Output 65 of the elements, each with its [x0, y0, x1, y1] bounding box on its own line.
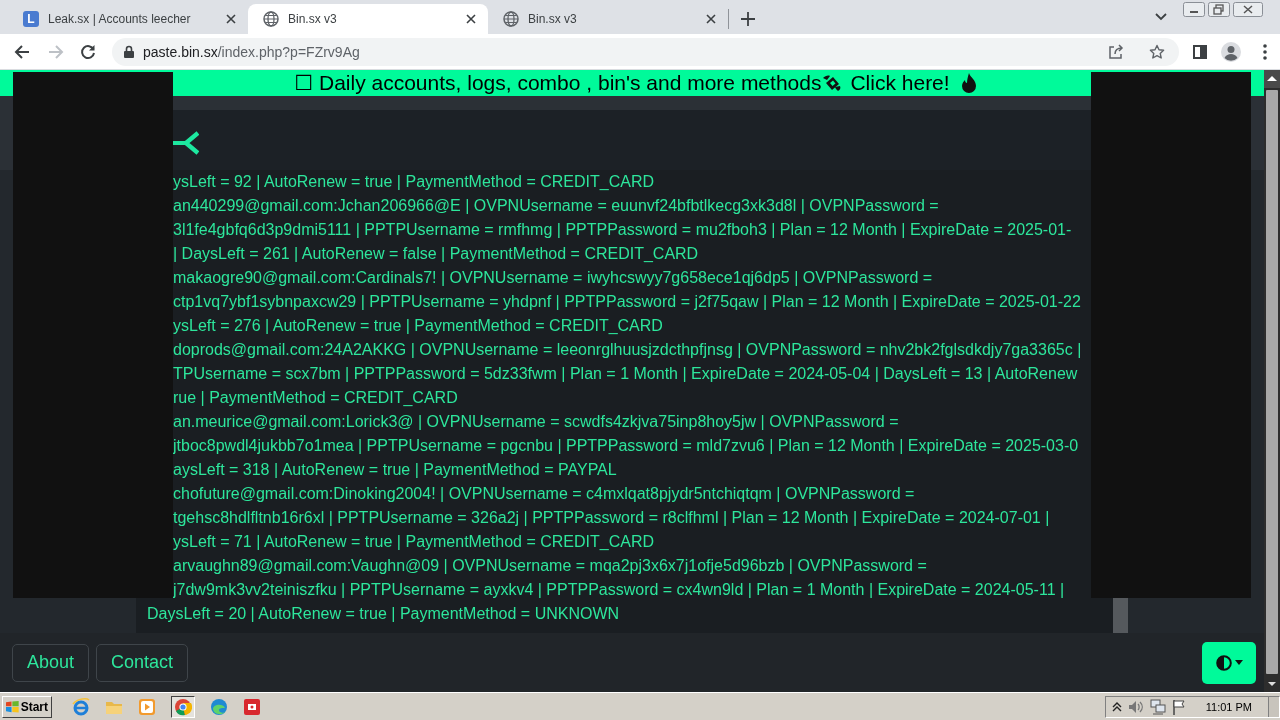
chevron-up-icon[interactable] [1111, 701, 1122, 712]
contrast-icon [1215, 654, 1232, 671]
close-icon[interactable] [226, 14, 236, 24]
scroll-up-icon[interactable] [1264, 70, 1280, 88]
logo-icon[interactable] [173, 131, 199, 155]
start-button[interactable]: Start [2, 695, 52, 718]
orb-icon[interactable] [72, 697, 90, 716]
paste-line: | DaysLeft = 261 | AutoRenew = false | PaymentMethod = CREDIT_CARD [173, 244, 699, 264]
footer-link-button[interactable]: About [12, 643, 90, 682]
banner-text: ☐ Daily accounts, logs, combo , bin's and more methods [294, 71, 822, 95]
paste-line: ysLeft = 71 | AutoRenew = true | PaymentMethod = CREDIT_CARD [173, 532, 654, 552]
reload-icon[interactable] [80, 43, 96, 60]
minimize-button[interactable] [1183, 2, 1205, 17]
close-icon[interactable] [706, 14, 716, 24]
back-icon[interactable] [14, 43, 30, 60]
paste-line: tgehsc8hdlfltnb16r6xl | PPTPUsername = 326a2j | PPTPPassword = r8clfhml | Plan = 12 Month | ExpireDate = 2024-07-01 | [173, 508, 1050, 528]
clock-text[interactable]: 11:01 PM [1205, 700, 1252, 713]
chevron-down-icon[interactable] [1155, 13, 1167, 21]
paste-line: makaogre90@gmail.com:Cardinals7! | OVPNUsername = iwyhcswyy7g658ece1qj6dp5 | OVPNPassword = [173, 268, 933, 288]
click-here-link[interactable]: Click here! [850, 71, 950, 95]
flag-icon[interactable] [1171, 698, 1186, 715]
lock-icon[interactable] [124, 45, 134, 58]
footer-link-button[interactable]: Contact [96, 643, 189, 682]
network-icon[interactable] [1149, 698, 1166, 715]
browser-tab[interactable]: Bin.sx v3 [488, 4, 728, 34]
wheel-icon [174, 697, 192, 716]
scrollbar[interactable] [1264, 70, 1280, 692]
caret-icon [1234, 660, 1243, 665]
paste-line: 3l1fe4gbfq6d3p9dmi5111 | PPTPUsername = rmfhmg | PPTPPassword = mu2fboh3 | Plan = 12 Month | ExpireDate = 2025-01- [173, 220, 1072, 240]
paste-line: aysLeft = 318 | AutoRenew = true | PaymentMethod = PAYPAL [173, 460, 617, 480]
paste-line: ctp1vq7ybf1sybnpaxcw29 | PPTPUsername = yhdpnf | PPTPPassword = j2f75qaw | Plan = 12 Month | ExpireDate = 2025-01-22 [173, 292, 1081, 312]
star-icon[interactable] [1149, 43, 1165, 60]
paste-line: DaysLeft = 20 | AutoRenew = true | PaymentMethod = UNKNOWN [147, 604, 620, 624]
paste-line: an440299@gmail.com:Jchan206966@E | OVPNUsername = euunvf24bfbtlkecg3xk3d8l | OVPNPassword = [173, 196, 939, 216]
new-tab-icon[interactable] [741, 12, 755, 26]
paste-line: ysLeft = 92 | AutoRenew = true | PaymentMethod = CREDIT_CARD [173, 172, 654, 192]
browser-tab[interactable]: L Leak.sx | Accounts leecher [8, 4, 248, 34]
side-panel-icon[interactable] [1193, 44, 1207, 59]
paste-line: doprods@gmail.com:24A2AKKG | OVPNUsername = leeonrglhuusjzdcthpfjnsg | OVPNPassword = nhv2bk2fglsdkdjy7ga3365c | [173, 340, 1082, 360]
profile-icon[interactable] [1221, 41, 1241, 62]
globe-icon [263, 11, 279, 27]
paste-line: TPUsername = scx7bm | PPTPPassword = 5dz33fwm | Plan = 1 Month | ExpireDate = 2024-05-04 | DaysLeft = 13 | AutoRenew [173, 364, 1078, 384]
paste-line: rue | PaymentMethod = CREDIT_CARD [173, 388, 458, 408]
restore-button[interactable] [1208, 2, 1230, 17]
paste-line: j7dw9mk3vv2teiniszfku | PPTPUsername = ayxkv4 | PPTPPassword = cx4wn9ld | Plan = 1 Month | ExpireDate = 2024-05-11 | [173, 580, 1065, 600]
close-icon[interactable] [466, 14, 476, 24]
site-favicon: L [23, 11, 39, 27]
flying-money-icon [822, 74, 843, 92]
globe-icon [503, 11, 519, 27]
menu-icon[interactable] [1263, 43, 1267, 60]
scrollbar[interactable] [1113, 598, 1128, 633]
paste-line: arvaughn89@gmail.com:Vaughn@09 | OVPNUsername = mqa2pj3x6x7j1ofje5d96bzb | OVPNPassword = [173, 556, 927, 576]
theme-toggle-button[interactable] [1202, 641, 1256, 684]
taskbar-app-button[interactable] [171, 695, 195, 718]
windows-flag-icon [6, 699, 19, 714]
address-bar[interactable]: paste.bin.sx/index.php?p=FZrv9Ag [112, 37, 1179, 66]
paste-line: jtboc8pwdl4jukbb7o1mea | PPTPUsername = pgcnbu | PPTPPassword = mld7zvu6 | Plan = 12 Month | ExpireDate = 2025-03-0 [173, 436, 1079, 456]
paste-line: an.meurice@gmail.com:Lorick3@ | OVPNUsername = scwdfs4zkjva75inp8hoy5jw | OVPNPassword = [173, 412, 899, 432]
browser-tab[interactable]: Bin.sx v3 [248, 4, 488, 34]
close-button[interactable] [1233, 2, 1263, 17]
paste-line: chofuture@gmail.com:Dinoking2004! | OVPNUsername = c4mxlqat8pjydr5ntchiqtqm | OVPNPassword = [173, 484, 915, 504]
app-square-icon[interactable] [243, 697, 261, 716]
paste-line: ysLeft = 276 | AutoRenew = true | PaymentMethod = CREDIT_CARD [173, 316, 663, 336]
flame-icon [961, 73, 976, 93]
share-icon[interactable] [1108, 43, 1124, 60]
